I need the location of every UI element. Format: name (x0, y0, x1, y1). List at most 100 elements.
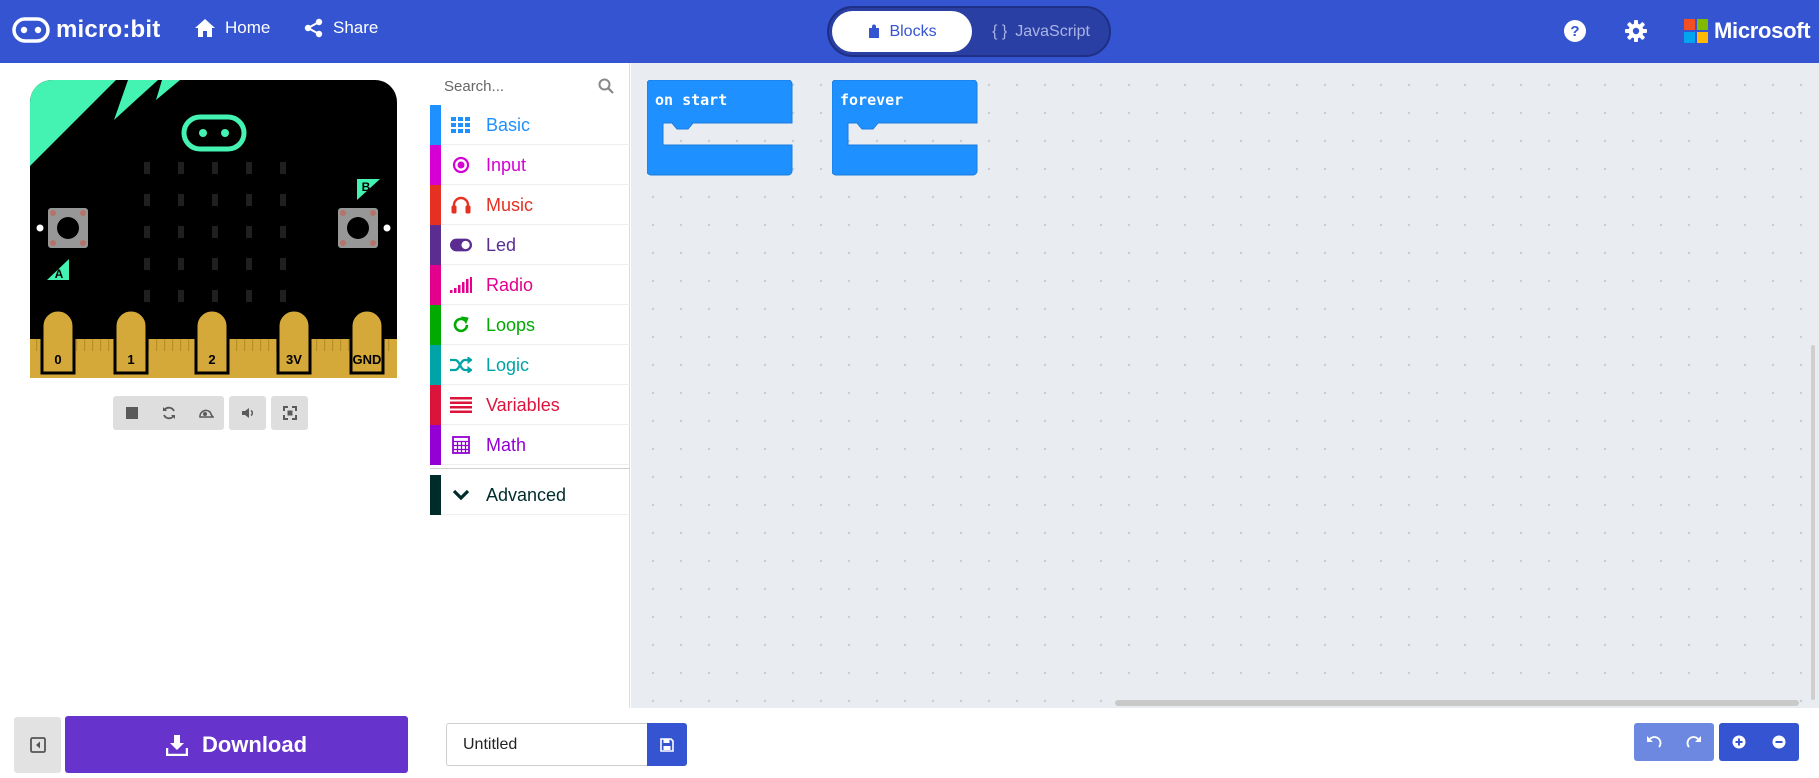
led-pixel (212, 162, 218, 174)
led-pixel (246, 226, 252, 238)
edge-pin-label: 2 (208, 352, 215, 367)
list-lines-icon (450, 396, 472, 414)
download-icon (165, 734, 188, 756)
microsoft-logo[interactable]: Microsoft (1684, 18, 1811, 44)
led-pixel (280, 226, 286, 238)
download-button[interactable]: Download (65, 716, 408, 773)
slow-motion-button[interactable] (187, 396, 224, 430)
category-loops[interactable]: Loops (430, 305, 630, 345)
slow-motion-icon (198, 409, 214, 418)
led-pixel (280, 194, 286, 206)
settings-button[interactable] (1624, 19, 1648, 48)
chevron-down-icon (450, 486, 472, 504)
share-button[interactable]: Share (304, 18, 378, 38)
category-label: Basic (486, 115, 531, 135)
mute-icon (241, 408, 253, 418)
on-start-block[interactable]: on start (646, 79, 793, 181)
edge-pin-label: GND (353, 352, 382, 367)
category-math[interactable]: Math (430, 425, 630, 465)
stop-icon (125, 407, 138, 419)
braces-icon: { } (992, 22, 1008, 40)
button-a[interactable] (48, 208, 88, 248)
category-music[interactable]: Music (430, 185, 630, 225)
category-label: Led (486, 235, 517, 255)
project-name-input[interactable] (446, 723, 647, 766)
blocks-tab-label: Blocks (889, 22, 937, 40)
zoom-group (1719, 723, 1799, 761)
help-button[interactable]: ? (1563, 19, 1587, 48)
toggle-icon (450, 236, 472, 254)
calculator-icon (450, 436, 472, 454)
led-pixel (246, 290, 252, 302)
category-basic[interactable]: Basic (430, 105, 630, 145)
vertical-scrollbar[interactable] (1811, 345, 1815, 700)
stop-button[interactable] (113, 396, 150, 430)
undo-icon (1647, 736, 1662, 748)
bottom-bar: Download (0, 708, 1819, 778)
category-radio[interactable]: Radio (430, 265, 630, 305)
category-variables[interactable]: Variables (430, 385, 630, 425)
horizontal-scrollbar[interactable] (1115, 700, 1799, 706)
editor-mode-toggle: Blocks { } JavaScript (827, 6, 1111, 57)
collapse-simulator-button[interactable] (14, 717, 61, 773)
fullscreen-button[interactable] (271, 396, 308, 430)
fullscreen-icon (282, 406, 297, 420)
category-label: Music (486, 195, 534, 215)
led-pixel (178, 290, 184, 302)
refresh-icon (450, 316, 472, 334)
restart-button[interactable] (150, 396, 187, 430)
microbit-board[interactable]: A B 0 1 2 3V GND (28, 78, 400, 380)
zoom-out-icon (1772, 735, 1786, 749)
search-input[interactable] (444, 74, 594, 98)
led-pixel (144, 258, 150, 270)
led-pixel (178, 194, 184, 206)
led-pixel (246, 162, 252, 174)
block-label: on start (655, 91, 728, 109)
home-icon (195, 19, 215, 37)
signal-bars-icon (450, 276, 472, 294)
zoom-in-button[interactable] (1719, 723, 1759, 761)
led-pixel (246, 194, 252, 206)
led-pixel (144, 226, 150, 238)
radio-button-icon (450, 156, 472, 174)
svg-text:?: ? (1570, 23, 1579, 40)
button-b[interactable] (338, 208, 378, 248)
toolbox-separator (430, 468, 630, 469)
microbit-logo[interactable]: micro:bit (12, 16, 160, 44)
search-button[interactable] (598, 78, 614, 99)
led-pixel (280, 290, 286, 302)
zoom-out-button[interactable] (1759, 723, 1799, 761)
blocks-workspace[interactable]: on start forever (631, 63, 1819, 708)
microbit-logo-icon (12, 17, 50, 43)
category-advanced[interactable]: Advanced (430, 475, 630, 515)
search-icon (598, 78, 614, 94)
led-pixel (212, 258, 218, 270)
redo-icon (1686, 736, 1701, 748)
restart-icon (162, 406, 175, 420)
category-label: Loops (486, 315, 536, 335)
download-label: Download (201, 731, 308, 757)
redo-button[interactable] (1674, 723, 1714, 761)
mute-button[interactable] (229, 396, 266, 430)
gear-icon (1625, 20, 1647, 42)
toolbox: Basic Input Music (430, 63, 630, 708)
category-led[interactable]: Led (430, 225, 630, 265)
undo-button[interactable] (1634, 723, 1674, 761)
led-pixel (280, 258, 286, 270)
forever-block[interactable]: forever (831, 79, 978, 181)
category-input[interactable]: Input (430, 145, 630, 185)
microsoft-logo-icon (1684, 19, 1708, 43)
led-pixel (144, 162, 150, 174)
javascript-tab[interactable]: { } JavaScript (974, 11, 1108, 52)
home-label: Home (225, 18, 271, 37)
share-icon (304, 18, 323, 38)
save-button[interactable] (647, 723, 687, 766)
category-logic[interactable]: Logic (430, 345, 630, 385)
led-pixel (178, 162, 184, 174)
grid-icon (450, 116, 472, 134)
javascript-tab-label: JavaScript (1015, 22, 1090, 40)
home-button[interactable]: Home (194, 18, 270, 38)
blocks-tab[interactable]: Blocks (832, 11, 972, 52)
simulator-panel: A B 0 1 2 3V GND (0, 63, 430, 708)
block-label: forever (840, 91, 904, 109)
